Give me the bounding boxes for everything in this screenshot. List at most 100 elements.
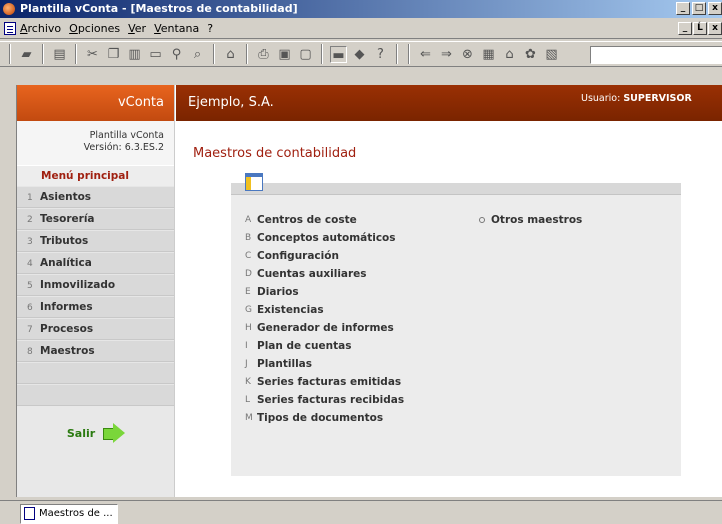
- back-arrow-icon[interactable]: ⇐: [417, 46, 434, 63]
- master-label: Conceptos automáticos: [257, 232, 396, 244]
- minimized-windows-bar: Maestros de ...: [0, 500, 722, 524]
- sidebar-item-inmovilizado[interactable]: 5 Inmovilizado: [17, 274, 174, 296]
- master-label: Centros de coste: [257, 214, 357, 226]
- master-configuracion[interactable]: C Configuración: [245, 247, 404, 265]
- main-menu-title[interactable]: Menú principal: [17, 165, 174, 186]
- master-conceptos-automaticos[interactable]: B Conceptos automáticos: [245, 229, 404, 247]
- child-restore-button[interactable]: Ĺ: [693, 22, 707, 35]
- master-otros-maestros[interactable]: Otros maestros: [479, 211, 582, 229]
- diamond-icon[interactable]: ◆: [351, 46, 368, 63]
- master-key: C: [245, 251, 252, 261]
- master-series-facturas-emitidas[interactable]: K Series facturas emitidas: [245, 373, 404, 391]
- menu-ventana[interactable]: Ventana: [154, 22, 199, 35]
- screen-icon[interactable]: ▬: [330, 45, 347, 63]
- print-preview-icon[interactable]: ▣: [276, 46, 293, 63]
- document-icon: [24, 507, 35, 520]
- master-label: Cuentas auxiliares: [257, 268, 367, 280]
- minimized-window-maestros[interactable]: Maestros de ...: [20, 504, 118, 524]
- copy-icon[interactable]: ❐: [105, 46, 122, 63]
- sidebar-item-asientos[interactable]: 1 Asientos: [17, 186, 174, 208]
- app-icon[interactable]: [3, 3, 15, 15]
- print-icon[interactable]: ⎙: [255, 46, 272, 63]
- master-key: M: [245, 413, 253, 423]
- sidebar-item-tributos[interactable]: 3 Tributos: [17, 230, 174, 252]
- refresh-icon[interactable]: ▦: [480, 46, 497, 63]
- masters-panel: A Centros de coste B Conceptos automáticos…: [231, 173, 681, 476]
- toolbar-separator: [213, 44, 215, 64]
- child-minimize-button[interactable]: _: [678, 22, 692, 35]
- toolbar-separator: [396, 44, 398, 64]
- sidebar: vConta Plantilla vConta Versión: 6.3.ES.…: [17, 85, 175, 497]
- version-product: Plantilla vConta: [89, 130, 164, 141]
- find-icon[interactable]: ⚲: [168, 46, 185, 63]
- sidebar-item-number: 1: [27, 193, 33, 203]
- menu-opciones[interactable]: Opciones: [69, 22, 120, 35]
- exit-button[interactable]: Salir: [17, 413, 175, 453]
- master-plan-de-cuentas[interactable]: I Plan de cuentas: [245, 337, 404, 355]
- home-icon[interactable]: ⌂: [501, 46, 518, 63]
- close-button[interactable]: x: [708, 2, 722, 15]
- master-key: H: [245, 323, 252, 333]
- favorites-icon[interactable]: ✿: [522, 46, 539, 63]
- list-window-icon: [245, 173, 263, 191]
- master-diarios[interactable]: E Diarios: [245, 283, 404, 301]
- master-label: Generador de informes: [257, 322, 394, 334]
- toolbar-grip[interactable]: [9, 44, 11, 64]
- sidebar-item-label: Inmovilizado: [40, 279, 116, 291]
- minimize-button[interactable]: _: [676, 2, 690, 15]
- sidebar-item-analitica[interactable]: 4 Analítica: [17, 252, 174, 274]
- sidebar-item-maestros[interactable]: 8 Maestros: [17, 340, 174, 362]
- window-controls: _ □ x: [676, 2, 722, 15]
- master-cuentas-auxiliares[interactable]: D Cuentas auxiliares: [245, 265, 404, 283]
- master-existencias[interactable]: G Existencias: [245, 301, 404, 319]
- sidebar-item-number: 2: [27, 215, 33, 225]
- page-title: Maestros de contabilidad: [193, 146, 357, 161]
- sidebar-item-label: Tributos: [40, 235, 89, 247]
- version-number: Versión: 6.3.ES.2: [83, 142, 164, 153]
- maximize-button[interactable]: □: [692, 2, 706, 15]
- master-label: Existencias: [257, 304, 324, 316]
- sidebar-item-procesos[interactable]: 7 Procesos: [17, 318, 174, 340]
- user-info: Usuario: SUPERVISOR: [581, 93, 692, 104]
- stop-icon[interactable]: ⊗: [459, 46, 476, 63]
- toolbar-separator: [321, 44, 323, 64]
- toolbar-grip[interactable]: [408, 44, 410, 64]
- address-input[interactable]: [590, 46, 722, 64]
- sidebar-spacer: [17, 362, 174, 384]
- master-label: Tipos de documentos: [257, 412, 384, 424]
- title-bar[interactable]: Plantilla vConta - [Maestros de contabil…: [0, 0, 722, 18]
- sidebar-item-informes[interactable]: 6 Informes: [17, 296, 174, 318]
- forward-arrow-icon[interactable]: ⇒: [438, 46, 455, 63]
- master-key: I: [245, 341, 248, 351]
- sidebar-item-tesoreria[interactable]: 2 Tesorería: [17, 208, 174, 230]
- masters-list: A Centros de coste B Conceptos automáticos…: [245, 211, 404, 427]
- child-close-button[interactable]: x: [708, 22, 722, 35]
- master-centros-de-coste[interactable]: A Centros de coste: [245, 211, 404, 229]
- properties-icon[interactable]: ⌂: [222, 46, 239, 63]
- save-icon[interactable]: ▢: [297, 46, 314, 63]
- menu-archivo[interactable]: Archivo: [20, 22, 61, 35]
- master-key: G: [245, 305, 252, 315]
- master-plantillas[interactable]: J Plantillas: [245, 355, 404, 373]
- window-icon[interactable]: ▭: [147, 46, 164, 63]
- menu-help[interactable]: ?: [207, 22, 213, 35]
- master-label: Diarios: [257, 286, 299, 298]
- master-tipos-de-documentos[interactable]: M Tipos de documentos: [245, 409, 404, 427]
- document-icon[interactable]: [4, 22, 16, 35]
- open-icon[interactable]: ▰: [18, 46, 35, 63]
- header-bar: Ejemplo, S.A. Usuario: SUPERVISOR: [176, 85, 722, 121]
- sidebar-item-number: 6: [27, 303, 33, 313]
- search-icon[interactable]: ⌕: [189, 46, 206, 63]
- history-icon[interactable]: ▧: [543, 46, 560, 63]
- cut-icon[interactable]: ✂: [84, 46, 101, 63]
- paste-icon[interactable]: ▥: [126, 46, 143, 63]
- master-series-facturas-recibidas[interactable]: L Series facturas recibidas: [245, 391, 404, 409]
- toolbar-separator: [42, 44, 44, 64]
- menu-ver[interactable]: Ver: [128, 22, 146, 35]
- child-window-controls: _ Ĺ x: [678, 22, 722, 35]
- help-icon[interactable]: ?: [372, 46, 389, 63]
- toolbar: ▰ ▤ ✂ ❐ ▥ ▭ ⚲ ⌕ ⌂ ⎙ ▣ ▢ ▬ ◆ ? ⇐ ⇒ ⊗ ▦ ⌂ …: [0, 41, 722, 67]
- edit-icon[interactable]: ▤: [51, 46, 68, 63]
- master-generador-de-informes[interactable]: H Generador de informes: [245, 319, 404, 337]
- sidebar-item-number: 7: [27, 325, 33, 335]
